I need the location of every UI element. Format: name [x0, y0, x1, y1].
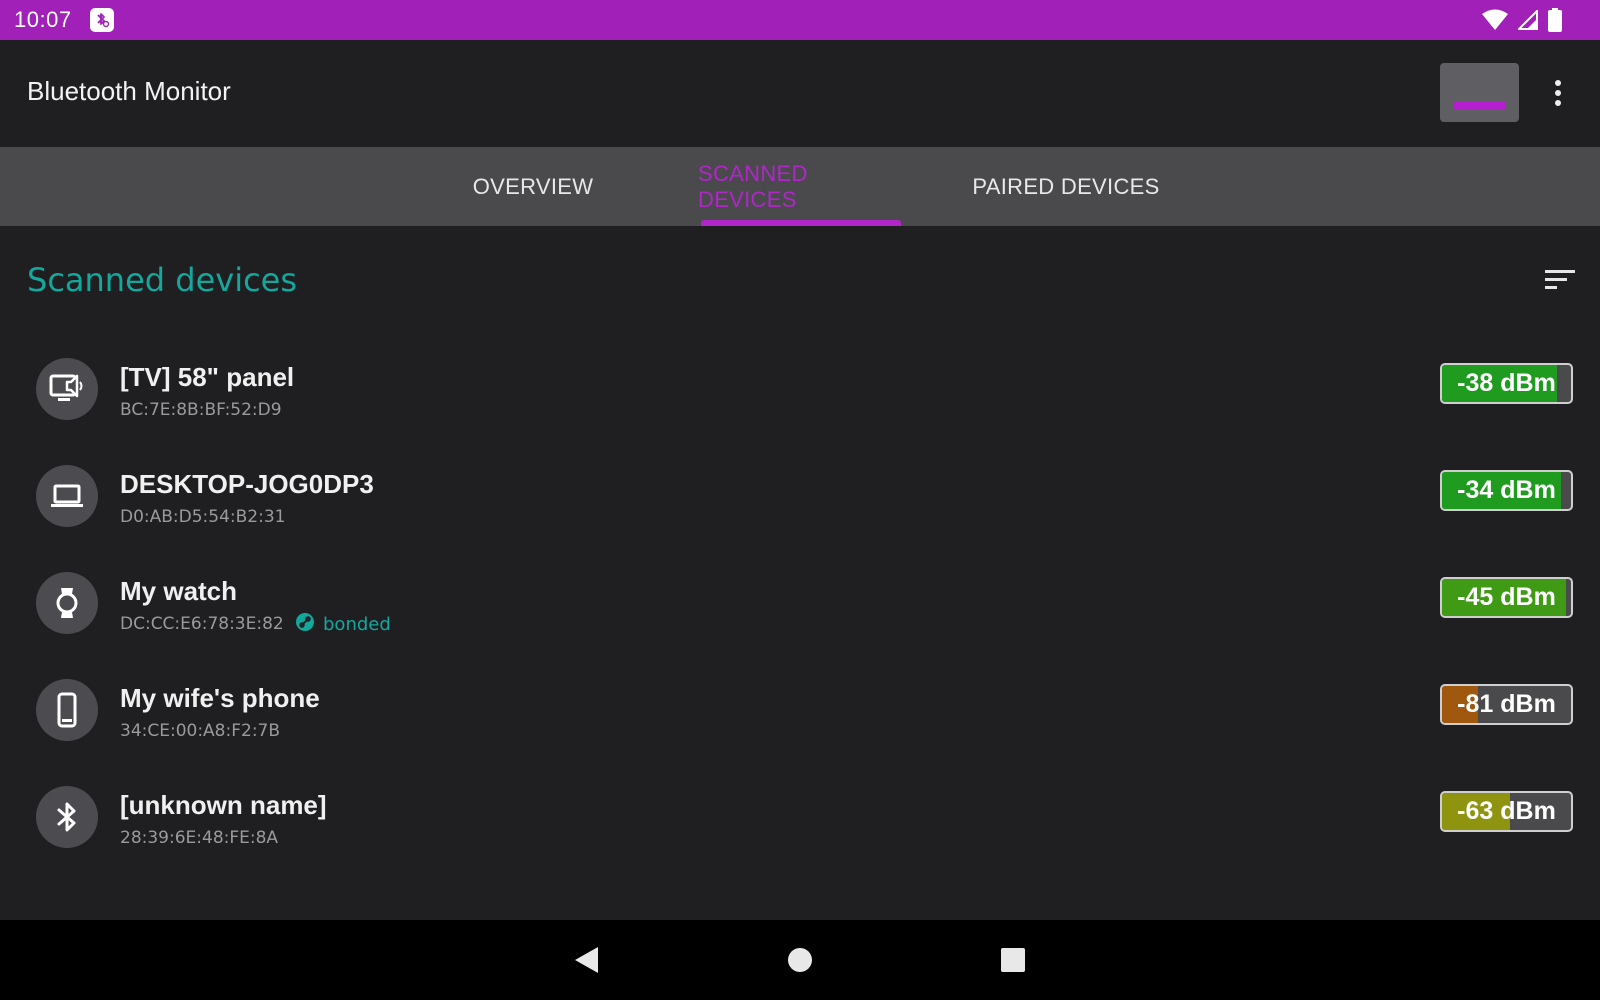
- scan-toggle-icon: [1454, 102, 1506, 110]
- device-list: [TV] 58" panel BC:7E:8B:BF:52:D9 -38 dBm…: [0, 336, 1600, 920]
- scan-toggle-button[interactable]: [1440, 63, 1519, 122]
- system-nav-bar: [0, 920, 1600, 1000]
- section-heading: Scanned devices: [27, 261, 298, 299]
- home-circle-icon[interactable]: [780, 940, 820, 980]
- tab-overview[interactable]: OVERVIEW: [440, 147, 626, 226]
- device-mac-address: DC:CC:E6:78:3E:82: [120, 614, 284, 634]
- smartphone-icon: [36, 679, 98, 741]
- recents-square-icon[interactable]: [993, 940, 1033, 980]
- rssi-value: -45 dBm: [1457, 583, 1556, 611]
- bluetooth-scan-icon: [89, 8, 114, 32]
- bluetooth-icon: [36, 786, 98, 848]
- back-triangle-icon[interactable]: [566, 940, 606, 980]
- tab-bar: OVERVIEW SCANNED DEVICES PAIRED DEVICES: [0, 147, 1600, 226]
- rssi-value: -34 dBm: [1457, 476, 1556, 504]
- watch-icon: [36, 572, 98, 634]
- section-header: Scanned devices: [0, 226, 1600, 332]
- device-mac-address: 34:CE:00:A8:F2:7B: [120, 721, 281, 741]
- tab-paired-devices-label: PAIRED DEVICES: [972, 173, 1160, 199]
- device-mac-address: 28:39:6E:48:FE:8A: [120, 828, 279, 848]
- bonded-label: bonded: [323, 614, 391, 635]
- device-name: [unknown name]: [120, 790, 327, 820]
- rssi-badge: -38 dBm: [1440, 363, 1573, 404]
- rssi-value: -63 dBm: [1457, 797, 1556, 825]
- app-bar: Bluetooth Monitor: [0, 40, 1600, 147]
- device-mac-address: BC:7E:8B:BF:52:D9: [120, 400, 282, 420]
- device-row[interactable]: My wife's phone 34:CE:00:A8:F2:7B -81 dB…: [0, 657, 1600, 764]
- more-vert-icon[interactable]: [1546, 76, 1570, 110]
- laptop-icon: [36, 465, 98, 527]
- device-row[interactable]: [unknown name] 28:39:6E:48:FE:8A -63 dBm: [0, 764, 1600, 871]
- device-row[interactable]: DESKTOP-JOG0DP3 D0:AB:D5:54:B2:31 -34 dB…: [0, 443, 1600, 550]
- link-icon: [295, 612, 315, 637]
- tab-scanned-devices-label: SCANNED DEVICES: [698, 160, 808, 212]
- sort-icon[interactable]: [1543, 268, 1577, 292]
- app-title: Bluetooth Monitor: [27, 76, 231, 106]
- tab-overview-label: OVERVIEW: [472, 173, 594, 199]
- rssi-value: -81 dBm: [1457, 690, 1556, 718]
- cellular-signal-icon: [1516, 8, 1538, 35]
- tv-speaker-icon: [36, 358, 98, 420]
- status-bar: 10:07: [0, 0, 1600, 40]
- tab-scanned-devices[interactable]: SCANNED DEVICES: [698, 147, 904, 226]
- bonded-badge: bonded: [295, 612, 391, 637]
- device-name: DESKTOP-JOG0DP3: [120, 469, 374, 499]
- device-row[interactable]: My watch DC:CC:E6:78:3E:82 bonded -45 dB…: [0, 550, 1600, 657]
- tab-paired-devices[interactable]: PAIRED DEVICES: [970, 147, 1162, 226]
- rssi-badge: -45 dBm: [1440, 577, 1573, 618]
- device-name: My watch: [120, 576, 238, 606]
- battery-icon: [1548, 8, 1562, 37]
- device-name: My wife's phone: [120, 683, 320, 713]
- device-mac-address: D0:AB:D5:54:B2:31: [120, 507, 286, 527]
- wifi-icon: [1482, 9, 1508, 36]
- rssi-badge: -81 dBm: [1440, 684, 1573, 725]
- rssi-badge: -63 dBm: [1440, 791, 1573, 832]
- rssi-value: -38 dBm: [1457, 369, 1556, 397]
- device-row[interactable]: [TV] 58" panel BC:7E:8B:BF:52:D9 -38 dBm: [0, 336, 1600, 443]
- status-time: 10:07: [14, 7, 72, 32]
- device-name: [TV] 58" panel: [120, 362, 295, 392]
- rssi-badge: -34 dBm: [1440, 470, 1573, 511]
